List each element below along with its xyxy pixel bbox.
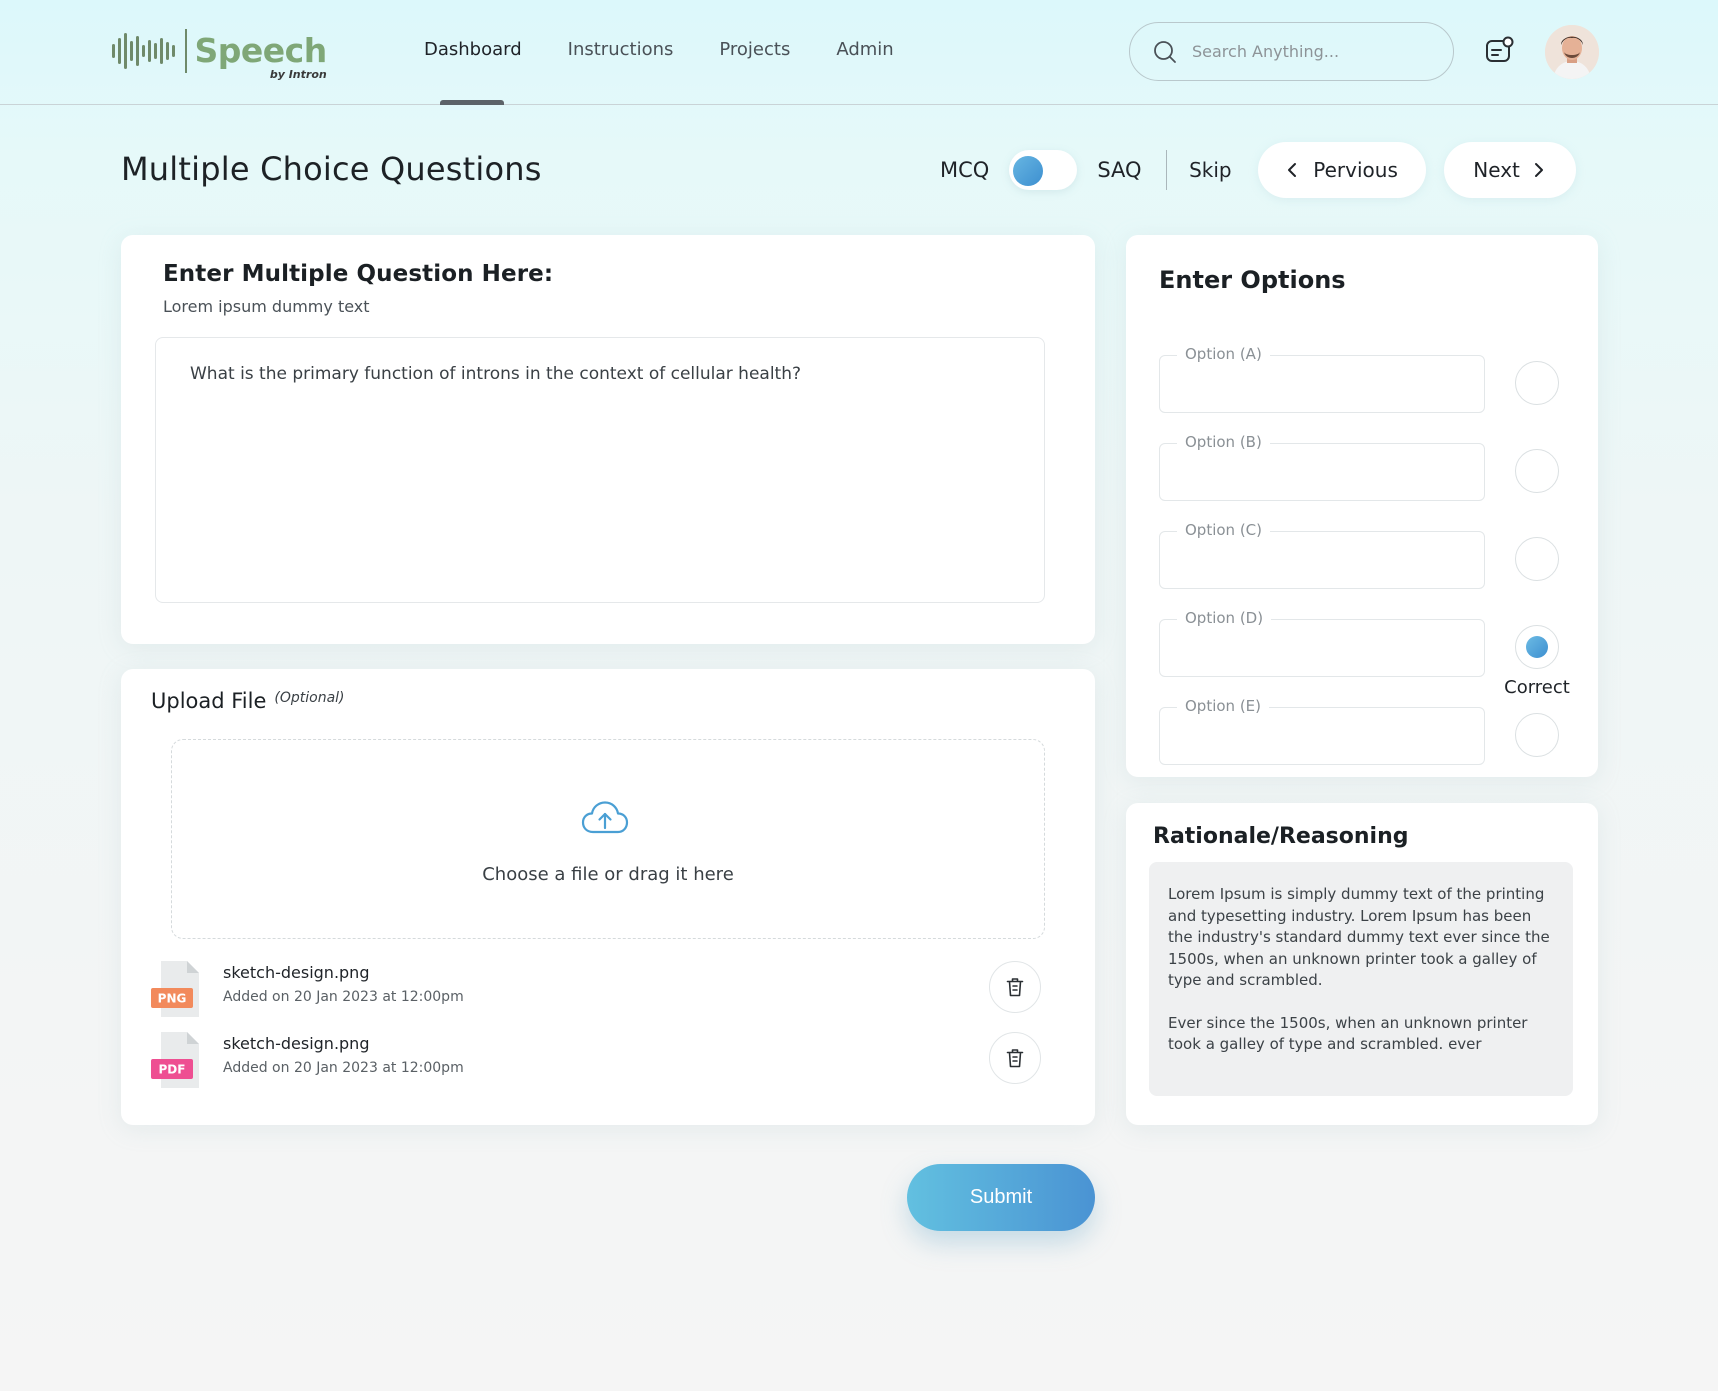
- submit-button[interactable]: Submit: [907, 1164, 1095, 1231]
- question-textarea[interactable]: What is the primary function of introns …: [155, 337, 1045, 603]
- next-button[interactable]: Next: [1443, 142, 1576, 198]
- png-file-icon: PNG: [151, 961, 199, 1017]
- divider: [1165, 150, 1168, 190]
- mcq-saq-toggle[interactable]: [1009, 150, 1078, 190]
- nav-projects[interactable]: Projects: [719, 38, 790, 62]
- option-row-a: Option (A): [1159, 341, 1579, 413]
- option-a-label: Option (A): [1177, 345, 1270, 363]
- logo-divider: [185, 29, 187, 73]
- option-row-e: Option (E): [1159, 693, 1579, 765]
- option-row-d: Option (D) Correct: [1159, 605, 1579, 698]
- chevron-left-icon: [1288, 163, 1297, 177]
- previous-label: Pervious: [1313, 158, 1398, 182]
- trash-icon: [1006, 1049, 1024, 1068]
- option-d-input[interactable]: [1176, 648, 1466, 666]
- option-c-radio[interactable]: [1515, 537, 1559, 581]
- option-d-label: Option (D): [1177, 609, 1272, 627]
- upload-title-text: Upload File: [151, 689, 267, 713]
- brand-wordmark: Speech by Intron: [194, 31, 328, 82]
- option-a-field[interactable]: [1159, 355, 1485, 413]
- file-item: PNG sketch-design.png Added on 20 Jan 20…: [151, 959, 1071, 1019]
- nav-instructions[interactable]: Instructions: [568, 38, 674, 62]
- option-c-field[interactable]: [1159, 531, 1485, 589]
- nav-admin[interactable]: Admin: [836, 38, 893, 62]
- next-label: Next: [1473, 158, 1520, 182]
- cloud-upload-icon: [581, 801, 629, 834]
- upload-card: Upload File (Optional) Choose a file or …: [121, 669, 1095, 1125]
- option-a-input[interactable]: [1176, 384, 1466, 402]
- question-subtitle: Lorem ipsum dummy text: [163, 297, 370, 316]
- options-card: Enter Options Option (A) Option (B) Opti…: [1126, 235, 1598, 777]
- rationale-paragraph: Ever since the 1500s, when an unknown pr…: [1168, 1013, 1528, 1054]
- search-icon: [1154, 40, 1176, 63]
- rationale-title: Rationale/Reasoning: [1153, 824, 1409, 849]
- upload-title: Upload File (Optional): [151, 689, 345, 713]
- option-row-b: Option (B): [1159, 429, 1579, 501]
- toggle-knob: [1013, 156, 1044, 186]
- option-b-label: Option (B): [1177, 433, 1270, 451]
- option-b-input[interactable]: [1176, 472, 1466, 490]
- nav-active-indicator: [440, 100, 504, 105]
- file-item: PDF sketch-design.png Added on 20 Jan 20…: [151, 1030, 1071, 1090]
- rationale-paragraph: Lorem Ipsum is simply dummy text of the …: [1168, 885, 1550, 989]
- saq-label: SAQ: [1097, 158, 1142, 182]
- delete-file-button[interactable]: [989, 961, 1041, 1013]
- option-b-radio[interactable]: [1515, 449, 1559, 493]
- file-name: sketch-design.png: [223, 1034, 370, 1053]
- brand-logo[interactable]: Speech by Intron: [112, 26, 328, 82]
- chevron-right-icon: [1534, 163, 1543, 177]
- main-nav: Dashboard Instructions Projects Admin: [424, 38, 940, 62]
- delete-file-button[interactable]: [989, 1032, 1041, 1084]
- user-avatar[interactable]: [1545, 25, 1599, 79]
- png-badge-text: PNG: [158, 992, 187, 1006]
- pdf-file-icon: PDF: [151, 1032, 199, 1088]
- option-e-field[interactable]: [1159, 707, 1485, 765]
- avatar-portrait: [1545, 25, 1599, 79]
- option-a-radio[interactable]: [1515, 361, 1559, 405]
- option-d-radio[interactable]: [1515, 625, 1559, 669]
- dropzone-text: Choose a file or drag it here: [482, 864, 734, 885]
- option-e-label: Option (E): [1177, 697, 1270, 715]
- question-card: Enter Multiple Question Here: Lorem ipsu…: [121, 235, 1095, 644]
- option-c-label: Option (C): [1177, 521, 1271, 539]
- option-e-radio[interactable]: [1515, 713, 1559, 757]
- options-title: Enter Options: [1159, 266, 1346, 294]
- option-e-input[interactable]: [1176, 736, 1466, 754]
- file-meta: Added on 20 Jan 2023 at 12:00pm: [223, 1060, 464, 1076]
- nav-dashboard[interactable]: Dashboard: [424, 38, 522, 62]
- option-row-c: Option (C): [1159, 517, 1579, 589]
- option-d-field[interactable]: [1159, 619, 1485, 677]
- previous-button[interactable]: Pervious: [1257, 142, 1426, 198]
- file-dropzone[interactable]: Choose a file or drag it here: [171, 739, 1045, 939]
- file-name: sketch-design.png: [223, 963, 370, 982]
- mode-controls: MCQ SAQ Skip Pervious Next: [940, 138, 1576, 202]
- search-bar[interactable]: [1129, 22, 1454, 81]
- page-title: Multiple Choice Questions: [121, 150, 542, 188]
- message-icon[interactable]: [1484, 36, 1514, 66]
- mcq-label: MCQ: [940, 158, 990, 182]
- brand-sub: by Intron: [269, 68, 327, 81]
- pdf-badge-text: PDF: [159, 1063, 186, 1077]
- option-b-field[interactable]: [1159, 443, 1485, 501]
- rationale-card: Rationale/Reasoning Lorem Ipsum is simpl…: [1126, 803, 1598, 1125]
- file-meta: Added on 20 Jan 2023 at 12:00pm: [223, 989, 464, 1005]
- upload-optional-label: (Optional): [274, 690, 345, 706]
- top-header: Speech by Intron Dashboard Instructions …: [0, 0, 1718, 105]
- skip-button[interactable]: Skip: [1189, 158, 1232, 182]
- trash-icon: [1006, 978, 1024, 997]
- question-title: Enter Multiple Question Here:: [163, 261, 554, 287]
- rationale-textbox[interactable]: Lorem Ipsum is simply dummy text of the …: [1149, 862, 1573, 1096]
- sound-wave-icon: [112, 29, 175, 73]
- option-c-input[interactable]: [1176, 560, 1466, 578]
- brand-name: Speech: [194, 31, 328, 70]
- search-input[interactable]: [1192, 42, 1422, 61]
